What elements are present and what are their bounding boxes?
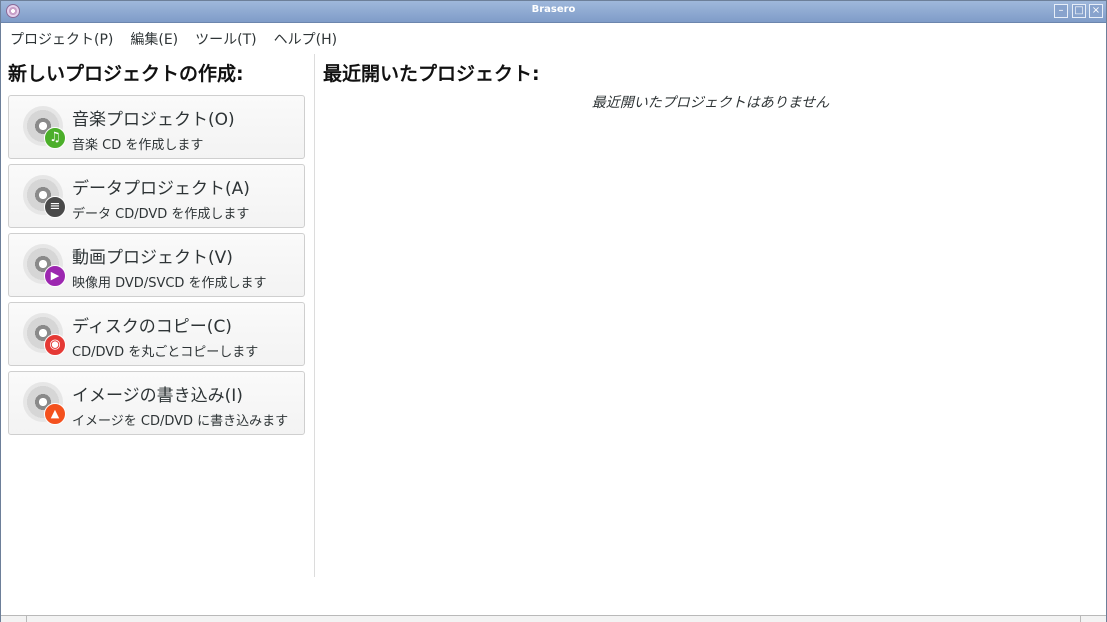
new-project-panel: 新しいプロジェクトの作成: ♫ 音楽プロジェクト(O) 音楽 CD を作成します… bbox=[1, 54, 315, 577]
menu-edit[interactable]: 編集(E) bbox=[130, 29, 178, 49]
close-button[interactable]: × bbox=[1089, 4, 1103, 18]
disc-copy-description: CD/DVD を丸ごとコピーします bbox=[72, 345, 259, 360]
video-project-title: 動画プロジェクト(V) bbox=[72, 248, 233, 268]
data-project-title: データプロジェクト(A) bbox=[72, 179, 250, 199]
burn-image-title: イメージの書き込み(I) bbox=[72, 386, 243, 406]
video-project-button[interactable]: ▶ 動画プロジェクト(V) 映像用 DVD/SVCD を作成します bbox=[8, 233, 305, 297]
disc-icon: ♫ bbox=[23, 106, 66, 149]
video-project-description: 映像用 DVD/SVCD を作成します bbox=[72, 276, 267, 291]
audio-project-title: 音楽プロジェクト(O) bbox=[72, 110, 235, 130]
disc-icon: ▶ bbox=[23, 244, 66, 287]
status-separator bbox=[26, 616, 27, 622]
status-bar bbox=[1, 615, 1106, 622]
recent-projects-heading: 最近開いたプロジェクト: bbox=[323, 63, 540, 85]
disc-copy-title: ディスクのコピー(C) bbox=[72, 317, 232, 337]
title-bar[interactable]: Brasero – □ × bbox=[1, 1, 1106, 23]
data-project-description: データ CD/DVD を作成します bbox=[72, 207, 250, 222]
disc-icon: ≡ bbox=[23, 175, 66, 218]
flame-icon: ▲ bbox=[44, 403, 66, 425]
window-title: Brasero bbox=[531, 4, 576, 15]
burn-image-button[interactable]: ▲ イメージの書き込み(I) イメージを CD/DVD に書き込みます bbox=[8, 371, 305, 435]
new-project-heading: 新しいプロジェクトの作成: bbox=[8, 63, 244, 85]
app-window: Brasero – □ × プロジェクト(P) 編集(E) ツール(T) ヘルプ… bbox=[0, 0, 1107, 622]
status-separator bbox=[1080, 616, 1081, 622]
disc-copy-icon: ◉ bbox=[44, 334, 66, 356]
play-icon: ▶ bbox=[44, 265, 66, 287]
menu-help[interactable]: ヘルプ(H) bbox=[274, 29, 337, 49]
recent-projects-empty-message: 最近開いたプロジェクトはありません bbox=[591, 95, 830, 111]
menu-project[interactable]: プロジェクト(P) bbox=[10, 29, 113, 49]
disc-icon: ◉ bbox=[23, 313, 66, 356]
menu-bar: プロジェクト(P) 編集(E) ツール(T) ヘルプ(H) bbox=[1, 23, 1106, 54]
burn-image-description: イメージを CD/DVD に書き込みます bbox=[72, 414, 289, 429]
data-list-icon: ≡ bbox=[44, 196, 66, 218]
minimize-button[interactable]: – bbox=[1054, 4, 1068, 18]
menu-tools[interactable]: ツール(T) bbox=[195, 29, 256, 49]
maximize-button[interactable]: □ bbox=[1072, 4, 1086, 18]
data-project-button[interactable]: ≡ データプロジェクト(A) データ CD/DVD を作成します bbox=[8, 164, 305, 228]
disc-icon: ▲ bbox=[23, 382, 66, 425]
music-note-icon: ♫ bbox=[44, 127, 66, 149]
audio-project-description: 音楽 CD を作成します bbox=[72, 138, 204, 153]
recent-projects-panel: 最近開いたプロジェクト: 最近開いたプロジェクトはありません bbox=[315, 54, 1106, 577]
audio-project-button[interactable]: ♫ 音楽プロジェクト(O) 音楽 CD を作成します bbox=[8, 95, 305, 159]
disc-copy-button[interactable]: ◉ ディスクのコピー(C) CD/DVD を丸ごとコピーします bbox=[8, 302, 305, 366]
